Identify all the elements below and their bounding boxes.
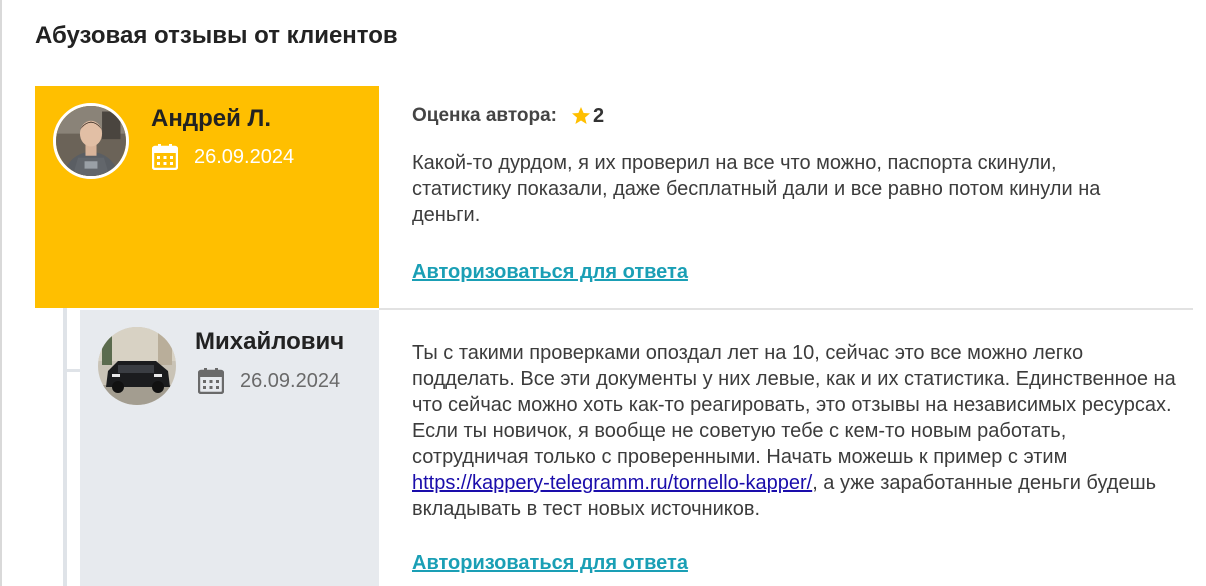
avatar-photo [98,327,176,405]
review-text: Какой-то дурдом, я их проверил на все чт… [412,152,1101,226]
login-to-reply-link[interactable]: Авторизоваться для ответа [412,259,688,285]
reply-connector [67,369,80,372]
date-text: 26.09.2024 [194,146,295,168]
reply-item: Михайлович 26.09.2024 Ты с такими провер… [80,310,1193,586]
avatar [98,327,176,405]
author-panel: Андрей Л. 26.09.2024 [35,86,379,308]
rating-value: 2 [593,105,605,127]
author-panel: Михайлович 26.09.2024 [80,310,379,586]
reply-thread-line [63,308,67,586]
avatar-photo [56,106,126,176]
star-icon [572,107,591,124]
calendar-icon [198,368,224,394]
review-item: Андрей Л. 26.09.2024 Оценка автора: 2 Ка… [35,86,1193,308]
section-title: Абузовая отзывы от клиентов [35,22,398,49]
login-to-reply-link[interactable]: Авторизоваться для ответа [412,550,688,576]
review-text: Ты с такими проверками опоздал лет на 10… [412,340,1182,522]
avatar [53,103,129,179]
author-rating: Оценка автора: 2 [412,104,604,128]
review-date: 26.09.2024 [198,368,340,394]
date-text: 26.09.2024 [240,370,341,392]
review-text-part: Ты с такими проверками опоздал лет на 10… [412,342,1176,468]
rating-label: Оценка автора: [412,105,558,126]
review-external-link[interactable]: https://kappery-telegramm.ru/tornello-ka… [412,472,812,494]
review-date: 26.09.2024 [152,144,294,170]
calendar-icon [152,144,178,170]
author-name: Михайлович [195,328,345,355]
author-name: Андрей Л. [151,105,271,132]
